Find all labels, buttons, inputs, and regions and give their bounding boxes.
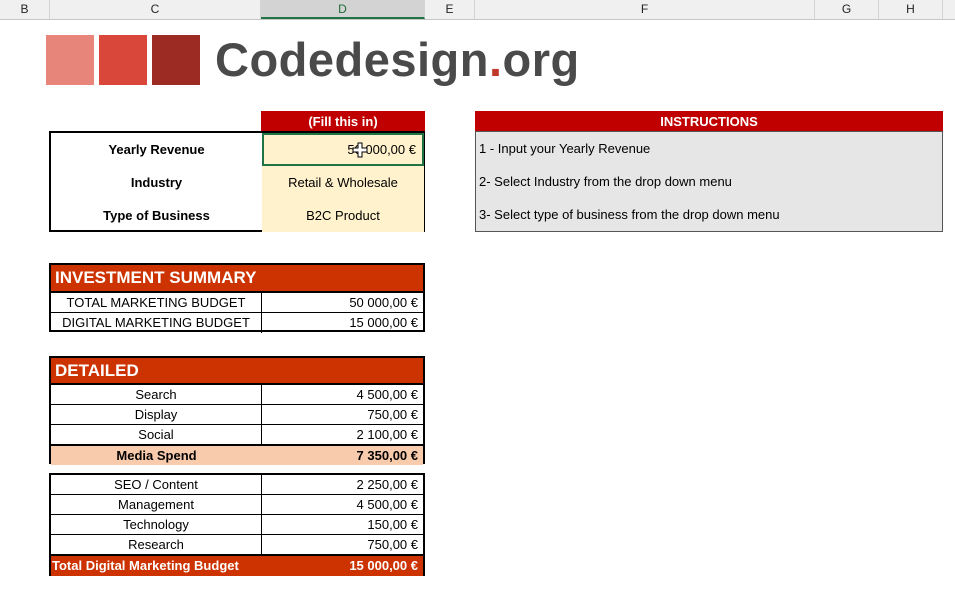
business-type-label: Type of Business <box>103 208 210 223</box>
grand-total-value[interactable]: 15 000,00 € <box>262 556 423 576</box>
research-value[interactable]: 750,00 € <box>262 535 423 554</box>
column-header-h[interactable]: H <box>879 0 943 19</box>
column-header-d[interactable]: D <box>261 0 425 19</box>
logo-brand: Codedesign <box>215 33 489 86</box>
column-header-bar: B C D E F G H <box>0 0 955 20</box>
instructions-box: 1 - Input your Yearly Revenue 2- Select … <box>475 131 943 232</box>
media-spend-row: Media Spend 7 350,00 € <box>51 445 423 465</box>
column-header-f[interactable]: F <box>475 0 815 19</box>
fill-in-header: (Fill this in) <box>261 111 425 132</box>
investment-summary-table: TOTAL MARKETING BUDGET 50 000,00 € DIGIT… <box>49 291 425 333</box>
logo-square-light <box>46 35 94 85</box>
logo-wordmark: Codedesign.org <box>215 30 580 90</box>
table-row: Social 2 100,00 € <box>51 425 423 445</box>
column-header-partial <box>943 0 955 19</box>
yearly-revenue-input[interactable]: 50 000,00 € <box>262 133 424 166</box>
total-marketing-budget-label: TOTAL MARKETING BUDGET <box>51 293 262 312</box>
industry-select[interactable]: Retail & Wholesale <box>262 166 424 199</box>
other-costs-table: SEO / Content 2 250,00 € Management 4 50… <box>49 473 425 576</box>
table-row: Research 750,00 € <box>51 535 423 555</box>
total-marketing-budget-value[interactable]: 50 000,00 € <box>262 293 423 312</box>
logo-square-mid <box>99 35 147 85</box>
technology-value[interactable]: 150,00 € <box>262 515 423 534</box>
technology-label: Technology <box>51 515 262 534</box>
social-label: Social <box>51 425 262 444</box>
seo-content-value[interactable]: 2 250,00 € <box>262 475 423 494</box>
social-value[interactable]: 2 100,00 € <box>262 425 423 444</box>
search-label: Search <box>51 385 262 404</box>
instruction-line-1: 1 - Input your Yearly Revenue <box>479 141 651 156</box>
industry-label: Industry <box>130 175 183 190</box>
column-header-g[interactable]: G <box>815 0 879 19</box>
column-header-e[interactable]: E <box>425 0 475 19</box>
seo-content-label: SEO / Content <box>51 475 262 494</box>
management-label: Management <box>51 495 262 514</box>
logo-square-dark <box>152 35 200 85</box>
table-row: DIGITAL MARKETING BUDGET 15 000,00 € <box>51 313 423 333</box>
business-type-select[interactable]: B2C Product <box>262 199 424 232</box>
table-row: Management 4 500,00 € <box>51 495 423 515</box>
management-value[interactable]: 4 500,00 € <box>262 495 423 514</box>
table-row: Technology 150,00 € <box>51 515 423 535</box>
table-row: SEO / Content 2 250,00 € <box>51 475 423 495</box>
grand-total-row: Total Digital Marketing Budget 15 000,00… <box>51 555 423 576</box>
logo-tld: org <box>502 33 580 86</box>
instruction-line-3: 3- Select type of business from the drop… <box>479 207 780 222</box>
table-row: Display 750,00 € <box>51 405 423 425</box>
digital-marketing-budget-label: DIGITAL MARKETING BUDGET <box>51 313 262 333</box>
instructions-header: INSTRUCTIONS <box>475 111 943 132</box>
input-table: Yearly Revenue 50 000,00 € Industry Reta… <box>49 131 425 232</box>
column-header-c[interactable]: C <box>50 0 261 19</box>
column-header-b[interactable]: B <box>0 0 50 19</box>
display-value[interactable]: 750,00 € <box>262 405 423 424</box>
cursor-icon <box>352 142 368 158</box>
detailed-title: DETAILED <box>49 356 425 383</box>
table-row: TOTAL MARKETING BUDGET 50 000,00 € <box>51 293 423 313</box>
table-row: Search 4 500,00 € <box>51 385 423 405</box>
media-spend-label: Media Spend <box>116 448 197 463</box>
display-label: Display <box>51 405 262 424</box>
logo-dot: . <box>488 33 503 86</box>
yearly-revenue-label: Yearly Revenue <box>108 142 205 157</box>
instruction-line-2: 2- Select Industry from the drop down me… <box>479 174 732 189</box>
media-spend-value[interactable]: 7 350,00 € <box>262 446 423 465</box>
investment-summary-title: INVESTMENT SUMMARY <box>49 263 425 291</box>
search-value[interactable]: 4 500,00 € <box>262 385 423 404</box>
media-table: Search 4 500,00 € Display 750,00 € Socia… <box>49 383 425 465</box>
digital-marketing-budget-value[interactable]: 15 000,00 € <box>262 313 423 333</box>
research-label: Research <box>51 535 262 554</box>
grand-total-label: Total Digital Marketing Budget <box>52 558 239 573</box>
